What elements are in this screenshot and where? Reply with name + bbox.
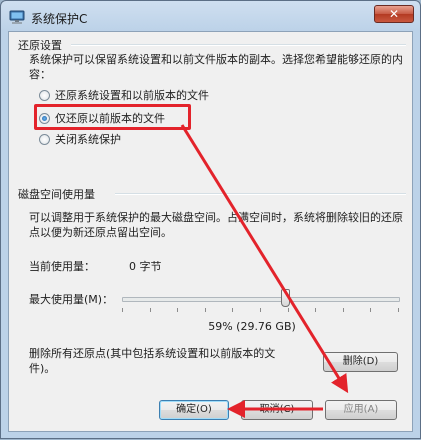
window-title: 系统保护C (31, 12, 88, 26)
title-bar[interactable]: 系统保护C ✕ (1, 1, 420, 31)
slider-tick (260, 308, 261, 312)
close-icon: ✕ (388, 7, 400, 21)
max-usage-label: 最大使用量(M)： (29, 293, 114, 306)
slider-tick (204, 308, 206, 312)
radio-label: 关闭系统保护 (55, 133, 121, 146)
max-usage-value: 59% (29.76 GB) (208, 320, 296, 333)
dialog-body: 还原设置 系统保护可以保留系统设置和以前文件版本的副本。选择您希望能够还原的内容… (8, 31, 413, 432)
slider-tick (149, 308, 151, 312)
radio-button[interactable] (39, 133, 50, 145)
cancel-button[interactable]: 取消(C) (241, 400, 313, 420)
radio-turn-off-protection[interactable]: 关闭系统保护 (39, 131, 121, 147)
computer-icon (9, 10, 25, 24)
system-protection-dialog: 系统保护C ✕ 还原设置 系统保护可以保留系统设置和以前文件版本的副本。选择您希… (0, 0, 421, 439)
section-divider (115, 193, 406, 195)
current-usage-value: 0 字节 (129, 260, 162, 273)
close-button[interactable]: ✕ (374, 5, 414, 23)
disk-usage-heading: 磁盘空间使用量 (18, 188, 95, 201)
highlight-annotation (34, 104, 191, 130)
current-usage-label: 当前使用量： (29, 260, 95, 273)
restore-settings-description: 系统保护可以保留系统设置和以前文件版本的副本。选择您希望能够还原的内容： (29, 53, 403, 81)
restore-settings-heading: 还原设置 (18, 39, 62, 52)
section-divider (71, 44, 406, 46)
radio-label: 还原系统设置和以前版本的文件 (55, 89, 209, 102)
max-usage-slider-track[interactable] (122, 297, 400, 302)
disk-usage-description: 可以调整用于系统保护的最大磁盘空间。占满空间时，系统将删除较旧的还原点以便为新还… (29, 211, 403, 239)
max-usage-slider-thumb[interactable] (280, 289, 290, 307)
delete-points-description: 删除所有还原点(其中包括系统设置和以前版本的文件)。 (29, 347, 276, 375)
slider-tick (342, 308, 344, 312)
slider-tick (177, 308, 179, 312)
radio-button[interactable] (39, 89, 50, 101)
delete-button[interactable]: 删除(D) (323, 352, 398, 372)
slider-tick (122, 308, 123, 312)
slider-tick (398, 308, 399, 312)
apply-button[interactable]: 应用(A) (325, 400, 397, 420)
radio-restore-settings-and-files[interactable]: 还原系统设置和以前版本的文件 (39, 87, 209, 103)
slider-tick (287, 308, 289, 312)
slider-tick (315, 308, 317, 312)
slider-tick (370, 308, 372, 312)
slider-tick (232, 308, 234, 312)
ok-button[interactable]: 确定(O) (159, 400, 229, 420)
